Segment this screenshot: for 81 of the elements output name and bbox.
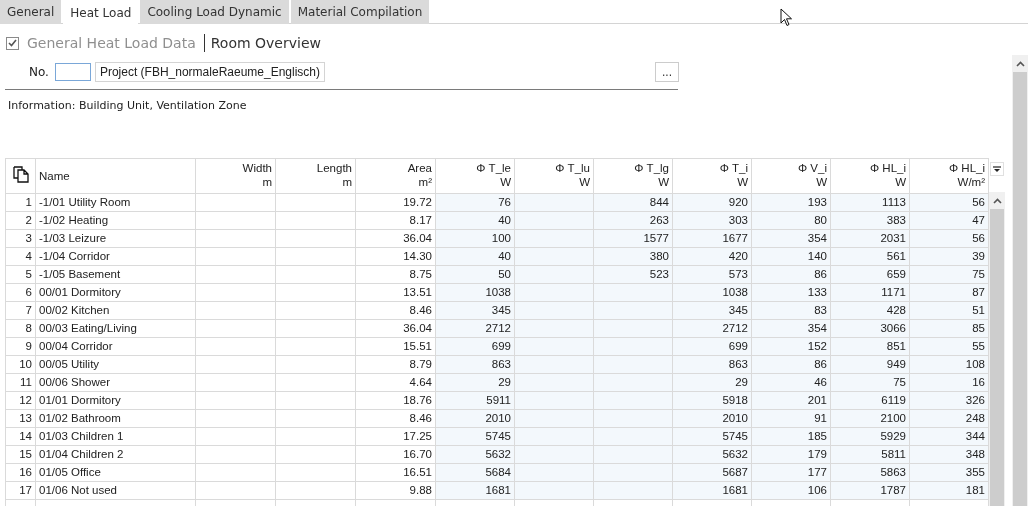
table-cell: 16.51 (355, 463, 436, 482)
table-cell: 13.51 (355, 283, 436, 302)
table-cell: 8.17 (355, 211, 436, 230)
column-header[interactable]: Length m (275, 158, 356, 194)
table-cell: 01/02 Bathroom (35, 409, 196, 428)
row-number: 5 (5, 265, 36, 284)
row-number: 12 (5, 391, 36, 410)
tab[interactable]: Cooling Load Dynamic (140, 0, 289, 24)
table-cell: 4.64 (355, 373, 436, 392)
column-header[interactable]: Φ V_i W (751, 158, 831, 194)
table-cell: -1/03 Leizure (35, 229, 196, 248)
row-number: 3 (5, 229, 36, 248)
row-number: 13 (5, 409, 36, 428)
table-cell: 8.75 (355, 265, 436, 284)
row-number: 17 (5, 481, 36, 500)
table-cell: 18.76 (355, 391, 436, 410)
table-cell: 36.04 (355, 229, 436, 248)
copy-icon[interactable] (12, 166, 29, 183)
page-title: Room Overview (210, 35, 321, 51)
row-number: 7 (5, 301, 36, 320)
row-number: 1 (5, 193, 36, 212)
scrollbar-thumb[interactable] (990, 209, 1004, 506)
row-number: 14 (5, 427, 36, 446)
field-label: No. (29, 65, 49, 79)
tab[interactable]: Material Compilation (290, 0, 430, 24)
table-cell: 01/04 Children 2 (35, 445, 196, 464)
copy-icon-header[interactable] (5, 158, 36, 194)
column-header[interactable]: Φ T_le W (435, 158, 515, 194)
table-cell: 00/06 Shower (35, 373, 196, 392)
table-cell: 01/06 Not used (35, 481, 196, 500)
table-cell: 00/05 Utility (35, 355, 196, 374)
chevron-up-icon (1015, 60, 1025, 67)
table-cell: -1/05 Basement (35, 265, 196, 284)
table-cell: 8.46 (355, 301, 436, 320)
table-cell: -1/02 Heating (35, 211, 196, 230)
row-number: 2 (5, 211, 36, 230)
column-header[interactable]: Width m (195, 158, 276, 194)
table-cell: 01/05 Office (35, 463, 196, 482)
table-cell: 17.25 (355, 427, 436, 446)
column-header[interactable]: Φ T_i W (672, 158, 752, 194)
table-cell: 00/01 Dormitory (35, 283, 196, 302)
column-header[interactable]: Name (35, 158, 196, 194)
scrollbar-thumb[interactable] (1013, 72, 1027, 506)
column-header[interactable]: Φ HL_i W (830, 158, 910, 194)
table-cell: 01/01 Dormitory (35, 391, 196, 410)
table-cell: 8.46 (355, 409, 436, 428)
mouse-pointer-icon (780, 8, 793, 27)
table-cell: 9.88 (355, 481, 436, 500)
row-number: 10 (5, 355, 36, 374)
column-header[interactable]: Area m² (355, 158, 436, 194)
row-number: 11 (5, 373, 36, 392)
column-header[interactable]: Φ T_lg W (593, 158, 673, 194)
table-cell: 14.30 (355, 247, 436, 266)
table-cell: 00/03 Eating/Living (35, 319, 196, 338)
row-number: 4 (5, 247, 36, 266)
row-number: 16 (5, 463, 36, 482)
table-cell: -1/04 Corridor (35, 247, 196, 266)
table-cell: 15.51 (355, 337, 436, 356)
browse-button[interactable]: ... (655, 62, 679, 82)
table-cell: 00/04 Corridor (35, 337, 196, 356)
chevron-up-icon (992, 197, 1002, 204)
table-cell: 16.70 (355, 445, 436, 464)
column-menu-button[interactable] (990, 162, 1004, 176)
project-field[interactable]: Project (FBH_normaleRaeume_Englisch) (94, 62, 325, 82)
table-cell: 19.72 (355, 193, 436, 212)
table-cell: 00/02 Kitchen (35, 301, 196, 320)
row-number: 9 (5, 337, 36, 356)
dropdown-icon (993, 165, 1001, 173)
table-cell: 01/03 Children 1 (35, 427, 196, 446)
table-cell: 36.04 (355, 319, 436, 338)
checkbox[interactable] (6, 36, 19, 50)
row-number: 6 (5, 283, 36, 302)
column-header[interactable]: Φ HL_i W/m² (909, 158, 989, 194)
column-header[interactable]: Φ T_lu W (514, 158, 594, 194)
number-field[interactable] (54, 63, 91, 81)
row-number: 15 (5, 445, 36, 464)
info-text: Information: Building Unit, Ventilation Zone (8, 99, 248, 112)
row-number: 8 (5, 319, 36, 338)
table-cell: 8.79 (355, 355, 436, 374)
table-cell: -1/01 Utility Room (35, 193, 196, 212)
tab[interactable]: General (0, 0, 62, 24)
